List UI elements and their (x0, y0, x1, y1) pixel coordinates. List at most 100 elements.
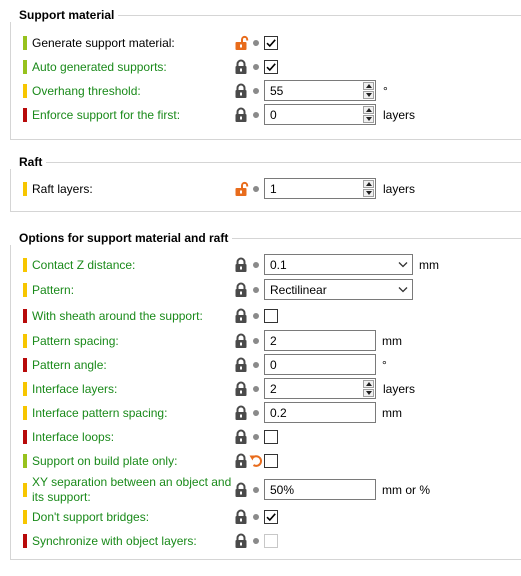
mode-indicator (23, 334, 27, 348)
modified-dot-icon (253, 362, 259, 368)
setting-label: Interface pattern spacing: (32, 406, 168, 420)
modified-dot-icon (253, 538, 259, 544)
spin-buttons[interactable] (363, 180, 374, 197)
spin-down-button[interactable] (363, 389, 374, 397)
arrow-up-icon (366, 382, 372, 386)
mode-indicator (23, 60, 27, 74)
lock-icon[interactable] (233, 533, 249, 549)
lock-icon[interactable] (233, 83, 249, 99)
lock-icon[interactable] (233, 357, 249, 373)
undo-arrow-icon[interactable] (249, 451, 263, 469)
modified-dot-icon (253, 313, 259, 319)
lock-icon[interactable] (233, 453, 249, 469)
setting-row-pattern-angle: Pattern angle: 0 ° (11, 354, 521, 375)
dropdown-contact-z-distance[interactable]: 0.1 (264, 254, 413, 275)
arrow-up-icon (366, 182, 372, 186)
mode-indicator (23, 454, 27, 468)
setting-row-interface-layers: Interface layers: 2 layers (11, 378, 521, 399)
checkbox-with-sheath-around-the-support[interactable] (264, 309, 278, 323)
lock-icon[interactable] (233, 59, 249, 75)
lock-icon[interactable] (233, 429, 249, 445)
unit-label: mm (382, 406, 402, 420)
spin-up-button[interactable] (363, 180, 374, 188)
setting-label: Pattern angle: (32, 358, 107, 372)
lock-icon[interactable] (233, 308, 249, 324)
mode-indicator (23, 36, 27, 50)
dropdown-value: Rectilinear (270, 283, 327, 297)
spin-input-interface-layers[interactable]: 2 (264, 378, 376, 399)
text-input-interface-pattern-spacing[interactable]: 0.2 (264, 402, 376, 423)
group-title: Options for support material and raft (10, 231, 233, 245)
spin-up-button[interactable] (363, 380, 374, 388)
lock-icon[interactable] (233, 405, 249, 421)
unit-label: layers (383, 382, 416, 396)
unit-label: layers (383, 182, 416, 196)
spin-input-overhang-threshold[interactable]: 55 (264, 80, 376, 101)
arrow-down-icon (366, 117, 372, 121)
setting-label: Pattern spacing: (32, 334, 119, 348)
checkbox-support-on-build-plate-only[interactable] (264, 454, 278, 468)
spin-value: 55 (270, 84, 284, 98)
modified-dot-icon (253, 88, 259, 94)
setting-row-support-on-build-plate-only: Support on build plate only: (11, 451, 521, 471)
mode-indicator (23, 406, 27, 420)
dropdown-pattern[interactable]: Rectilinear (264, 279, 413, 300)
spin-up-button[interactable] (363, 106, 374, 114)
spin-input-enforce-support-for-the-first[interactable]: 0 (264, 104, 376, 125)
lock-icon[interactable] (233, 381, 249, 397)
arrow-up-icon (366, 108, 372, 112)
checkbox-auto-generated-supports[interactable] (264, 60, 278, 74)
group-title: Support material (10, 8, 119, 22)
group-raft: Raft Raft layers: 1 layers (10, 155, 521, 212)
setting-label: Support on build plate only: (32, 454, 178, 468)
setting-row-pattern: Pattern: Rectilinear (11, 279, 521, 300)
spin-buttons[interactable] (363, 106, 374, 123)
setting-row-xy-separation-between-an-object-and-its-support: XY separation between an object and its … (11, 475, 521, 504)
chevron-down-icon (398, 287, 408, 293)
checkbox-interface-loops[interactable] (264, 430, 278, 444)
spin-input-raft-layers[interactable]: 1 (264, 178, 376, 199)
lock-icon[interactable] (233, 509, 249, 525)
input-value: 0.2 (270, 406, 287, 420)
setting-row-pattern-spacing: Pattern spacing: 2 mm (11, 330, 521, 351)
spin-buttons[interactable] (363, 82, 374, 99)
text-input-pattern-angle[interactable]: 0 (264, 354, 376, 375)
input-value: 2 (270, 334, 277, 348)
lock-icon[interactable] (233, 482, 249, 498)
spin-value: 2 (270, 382, 277, 396)
mode-indicator (23, 182, 27, 196)
spin-down-button[interactable] (363, 91, 374, 99)
checkbox-generate-support-material[interactable] (264, 36, 278, 50)
unit-label: ° (383, 84, 388, 98)
setting-row-raft-layers: Raft layers: 1 layers (11, 178, 521, 199)
group-support-material: Support material Generate support materia… (10, 8, 521, 140)
dropdown-value: 0.1 (270, 258, 287, 272)
lock-icon[interactable] (233, 282, 249, 298)
mode-indicator (23, 283, 27, 297)
spin-down-button[interactable] (363, 189, 374, 197)
mode-indicator (23, 108, 27, 122)
unlocked-icon[interactable] (233, 181, 249, 197)
setting-row-interface-loops: Interface loops: (11, 427, 521, 447)
lock-icon[interactable] (233, 107, 249, 123)
spin-buttons[interactable] (363, 380, 374, 397)
arrow-down-icon (366, 391, 372, 395)
lock-icon[interactable] (233, 257, 249, 273)
modified-dot-icon (253, 514, 259, 520)
mode-indicator (23, 483, 27, 497)
unlocked-icon[interactable] (233, 35, 249, 51)
arrow-down-icon (366, 93, 372, 97)
setting-row-synchronize-with-object-layers: Synchronize with object layers: (11, 531, 521, 551)
text-input-xy-separation-between-an-object-and-its-support[interactable]: 50% (264, 479, 376, 500)
text-input-pattern-spacing[interactable]: 2 (264, 330, 376, 351)
spin-up-button[interactable] (363, 82, 374, 90)
spin-down-button[interactable] (363, 115, 374, 123)
setting-label: Interface layers: (32, 382, 118, 396)
modified-dot-icon (253, 287, 259, 293)
lock-icon[interactable] (233, 333, 249, 349)
setting-label: Interface loops: (32, 430, 115, 444)
spin-value: 0 (270, 108, 277, 122)
modified-dot-icon (253, 487, 259, 493)
setting-row-with-sheath-around-the-support: With sheath around the support: (11, 306, 521, 326)
checkbox-don-t-support-bridges[interactable] (264, 510, 278, 524)
